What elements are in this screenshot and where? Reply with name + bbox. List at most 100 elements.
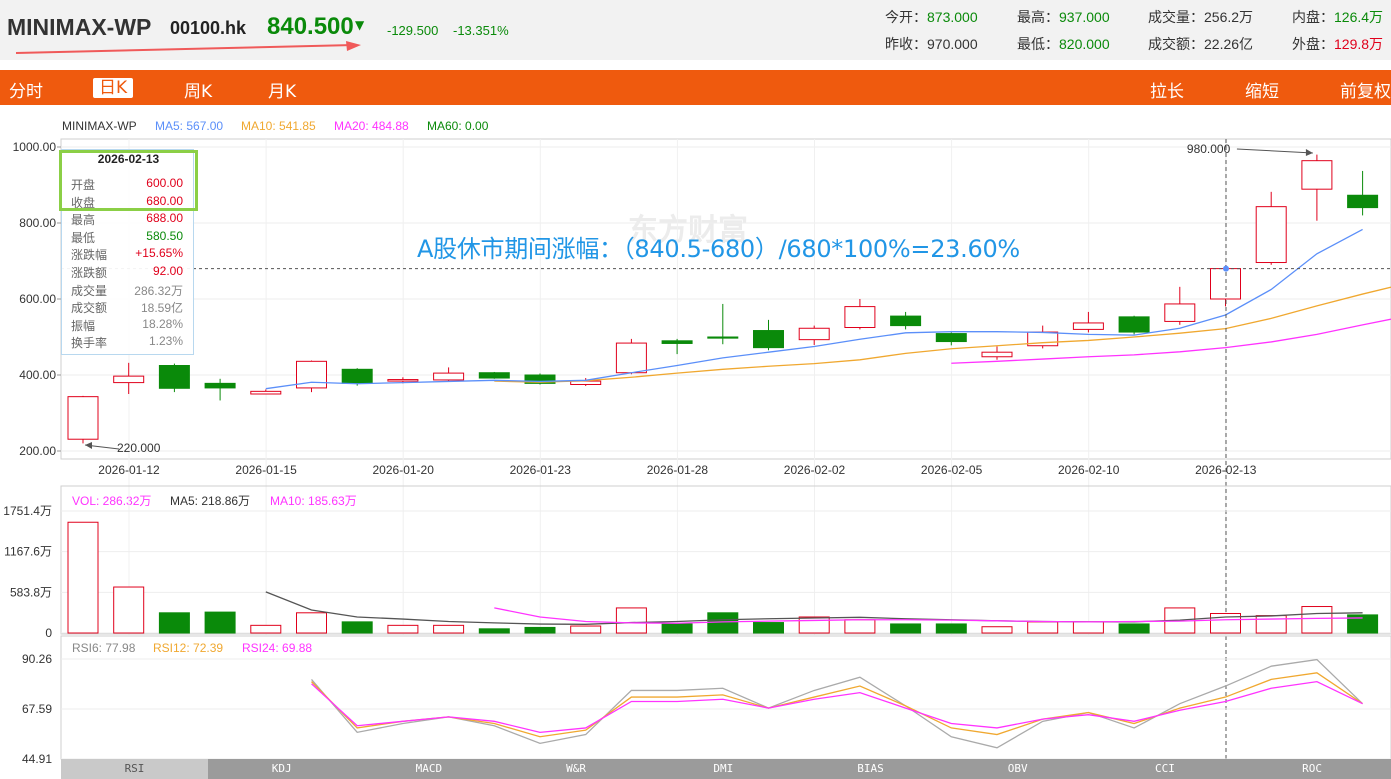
date-tick-label: 2026-02-05 (921, 463, 983, 477)
high-label: 980.000 (1187, 142, 1231, 156)
date-tick-label: 2026-02-02 (784, 463, 846, 477)
date-tick-label: 2026-02-10 (1058, 463, 1120, 477)
candle-up (1255, 206, 1287, 264)
indicator-tab-roc[interactable]: ROC (1239, 759, 1386, 779)
price-tick-label: 600.00 (19, 292, 56, 306)
price-tick-label: 800.00 (19, 216, 56, 230)
candle-down (158, 365, 190, 389)
candle-down (890, 315, 922, 327)
volume-bar-up (570, 625, 602, 634)
candle-down (478, 372, 510, 379)
price-tick-label: 400.00 (19, 368, 56, 382)
candle-down (341, 368, 373, 384)
indicator-tab-dmi[interactable]: DMI (650, 759, 797, 779)
volume-bar-down (524, 626, 556, 634)
indicator-tab-bias[interactable]: BIAS (797, 759, 944, 779)
indicator-tab-kdj[interactable]: KDJ (208, 759, 355, 779)
ma20-line (951, 318, 1391, 364)
volume-bar-up (1255, 615, 1287, 634)
volume-bar-down (204, 611, 236, 634)
kline-chart[interactable]: 1000.00 800.00 600.00 400.00 200.00 2026-01-1… (0, 0, 1391, 779)
candle-up (844, 306, 876, 329)
volume-bar-up (387, 624, 419, 634)
low-label: 220.000 (117, 441, 161, 455)
rsi-tick-label: 44.91 (22, 752, 52, 766)
rsi6-line (311, 658, 1364, 749)
volume-bar-up (296, 612, 327, 634)
volume-bar-down (1118, 623, 1150, 634)
high-arrow (1236, 148, 1313, 154)
tooltip-key: 成交额 (71, 301, 108, 316)
annotation-text: A股休市期间涨幅：（840.5-680）/680*100%=23.60% (417, 235, 1020, 263)
tooltip-value: 688.00 (146, 211, 183, 226)
volume-bar-up (615, 607, 647, 634)
tooltip-row: 换手率 1.23% (71, 334, 183, 351)
volume-bar-down (707, 612, 739, 634)
volume-bar-up (1027, 621, 1059, 634)
indicator-tab-wnr[interactable]: W&R (503, 759, 650, 779)
tooltip-value: +15.65% (135, 246, 183, 261)
tooltip-value: 18.59亿 (140, 301, 183, 316)
candle-up (387, 379, 419, 382)
date-tick-label: 2026-01-12 (98, 463, 160, 477)
volume-bar-down (935, 623, 967, 634)
tooltip-row: 最高 688.00 (71, 211, 183, 228)
volume-bar-down (341, 621, 373, 634)
tooltip-row: 振幅 18.28% (71, 317, 183, 334)
date-tick-label: 2026-01-23 (510, 463, 572, 477)
candle-up (1164, 303, 1196, 322)
candle-up (615, 342, 647, 374)
candle-up (1072, 322, 1104, 330)
tooltip-value: 580.50 (146, 228, 183, 243)
crosshair-dot (1223, 265, 1229, 272)
volume-bar-up (250, 624, 282, 634)
volume-bar-down (661, 623, 693, 634)
indicator-tab-rsi[interactable]: RSI (61, 759, 208, 779)
indicator-tab-cci[interactable]: CCI (1091, 759, 1238, 779)
indicator-tab-obv[interactable]: OBV (944, 759, 1091, 779)
candle-up (798, 327, 830, 341)
volume-bar-down (890, 623, 922, 634)
candle-down (753, 330, 784, 349)
volume-tick-label: 583.8万 (10, 585, 52, 599)
rsi-tick-label: 67.59 (22, 702, 52, 716)
rsi-panel-frame (60, 635, 1391, 760)
tooltip-row: 涨跌幅 +15.65% (71, 246, 183, 263)
volume-bar-up (798, 616, 830, 634)
rsi24-line (311, 680, 1363, 733)
date-tick-label: 2026-01-20 (373, 463, 435, 477)
candle-down (707, 336, 739, 339)
tooltip-row: 最低 580.50 (71, 229, 183, 246)
candle-up (67, 396, 99, 440)
candle-up (433, 372, 465, 381)
tooltip-value: 286.32万 (134, 283, 183, 298)
candle-up (113, 375, 145, 384)
tooltip-row: 成交额 18.59亿 (71, 299, 183, 316)
date-tick-label: 2026-01-15 (235, 463, 297, 477)
high-arrow-head (1305, 149, 1313, 156)
volume-bar-up (1301, 606, 1333, 634)
tooltip-key: 最高 (71, 213, 96, 228)
tooltip-key: 涨跌幅 (71, 248, 108, 263)
volume-tick-label: 0 (45, 626, 52, 640)
candle-up (1301, 160, 1333, 190)
volume-bar-up (844, 619, 876, 634)
volume-bar-down (753, 622, 784, 634)
tooltip-value: 1.23% (148, 334, 183, 349)
low-arrow-head (85, 442, 92, 449)
tooltip-key: 振幅 (71, 318, 96, 333)
tooltip-value: 92.00 (152, 264, 183, 278)
indicator-tab-macd[interactable]: MACD (355, 759, 502, 779)
tooltip-key: 成交量 (71, 283, 108, 298)
candle-down (1347, 194, 1379, 209)
rsi-tick-label: 90.26 (22, 652, 52, 666)
candle-down (935, 333, 967, 343)
tooltip-key: 最低 (71, 230, 96, 245)
candle-down (661, 340, 693, 344)
tooltip-value: 18.28% (142, 316, 183, 331)
highlight-frame (59, 150, 198, 211)
volume-bar-down (158, 612, 190, 634)
volume-tick-label: 1167.6万 (4, 545, 52, 559)
candle-down (204, 382, 236, 389)
candle-up (981, 351, 1013, 358)
